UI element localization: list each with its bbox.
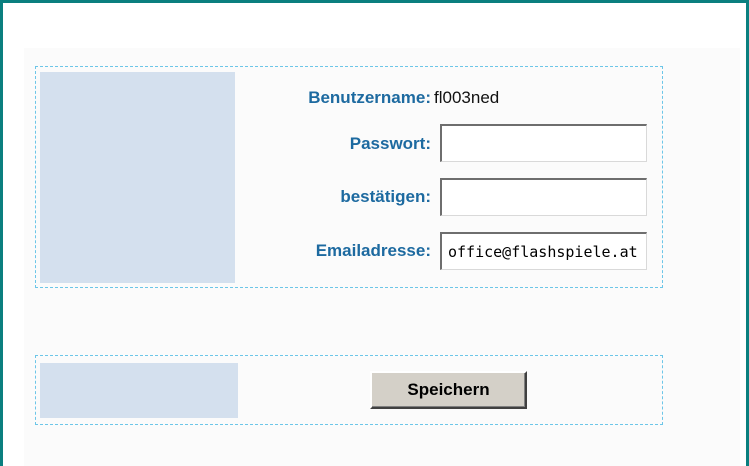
confirm-password-label: bestätigen: xyxy=(340,187,431,206)
save-sidebar-block xyxy=(40,363,238,418)
password-label: Passwort: xyxy=(349,134,431,153)
email-field[interactable] xyxy=(440,232,647,270)
password-field[interactable] xyxy=(440,124,647,162)
confirm-password-field[interactable] xyxy=(440,178,647,216)
username-value: fl003ned xyxy=(434,88,500,107)
save-button[interactable]: Speichern xyxy=(370,371,527,409)
username-label: Benutzername: xyxy=(308,88,431,107)
email-label: Emailadresse: xyxy=(315,241,431,260)
form-sidebar-block xyxy=(40,72,235,283)
